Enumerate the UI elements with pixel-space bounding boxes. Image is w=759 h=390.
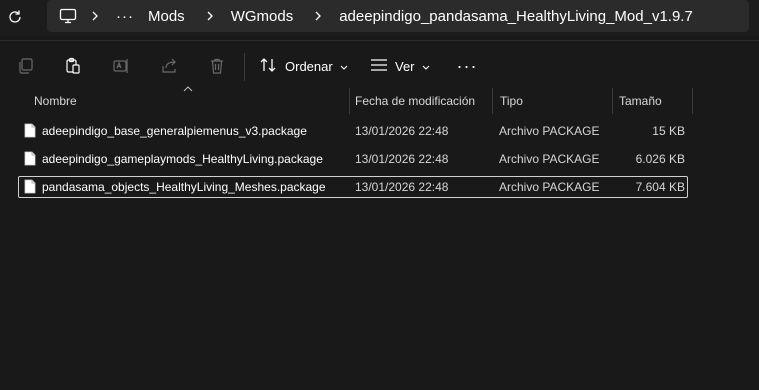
sort-button[interactable]: Ordenar	[260, 55, 348, 77]
column-header-type[interactable]: Tipo	[500, 94, 523, 108]
chevron-right-icon	[309, 7, 327, 25]
view-icon	[370, 58, 388, 75]
file-type: Archivo PACKAGE	[499, 180, 600, 194]
file-row[interactable]: adeepindigo_gameplaymods_HealthyLiving.p…	[18, 148, 688, 170]
column-header-name[interactable]: Nombre	[34, 94, 77, 108]
delete-icon[interactable]	[206, 55, 228, 77]
column-divider[interactable]	[612, 88, 613, 114]
sort-ascending-icon	[183, 86, 193, 92]
chevron-right-icon	[86, 7, 104, 25]
this-pc-icon[interactable]	[58, 6, 78, 26]
file-name: pandasama_objects_HealthyLiving_Meshes.p…	[42, 180, 326, 194]
command-bar: Ordenar Ver ···	[0, 40, 759, 91]
rename-icon[interactable]	[110, 55, 132, 77]
copy-icon[interactable]	[15, 55, 37, 77]
refresh-icon[interactable]	[6, 8, 24, 26]
sort-label: Ordenar	[285, 58, 333, 74]
file-modified: 13/01/2026 22:48	[355, 180, 449, 194]
file-row-selected[interactable]: pandasama_objects_HealthyLiving_Meshes.p…	[18, 176, 688, 198]
file-modified: 13/01/2026 22:48	[355, 124, 449, 138]
file-name: adeepindigo_base_generalpiemenus_v3.pack…	[42, 124, 307, 138]
view-button[interactable]: Ver	[370, 55, 430, 77]
address-bar-row: ··· Mods WGmods adeepindigo_pandasama_He…	[0, 0, 759, 36]
sort-icon	[260, 57, 278, 76]
column-header-row: Nombre Fecha de modificación Tipo Tamaño	[0, 86, 759, 114]
view-label: Ver	[395, 58, 415, 74]
chevron-down-icon	[340, 59, 348, 74]
breadcrumb-current-folder[interactable]: adeepindigo_pandasama_HealthyLiving_Mod_…	[335, 8, 697, 25]
chevron-down-icon	[422, 59, 430, 74]
paste-icon[interactable]	[62, 55, 84, 77]
breadcrumb-wgmods[interactable]: WGmods	[227, 8, 298, 25]
file-icon	[24, 179, 36, 194]
file-size: 6.026 KB	[635, 152, 685, 166]
file-type: Archivo PACKAGE	[499, 152, 600, 166]
file-name: adeepindigo_gameplaymods_HealthyLiving.p…	[42, 152, 323, 166]
column-header-modified[interactable]: Fecha de modificación	[355, 94, 475, 108]
share-icon[interactable]	[158, 55, 180, 77]
address-bar[interactable]: ··· Mods WGmods adeepindigo_pandasama_He…	[47, 0, 749, 32]
column-header-size[interactable]: Tamaño	[619, 94, 662, 108]
column-divider[interactable]	[692, 88, 693, 114]
chevron-right-icon	[201, 7, 219, 25]
column-divider[interactable]	[349, 88, 350, 114]
file-type: Archivo PACKAGE	[499, 124, 600, 138]
breadcrumb-overflow-button[interactable]: ···	[110, 8, 140, 25]
file-icon	[24, 123, 36, 138]
file-icon	[24, 151, 36, 166]
file-row[interactable]: adeepindigo_base_generalpiemenus_v3.pack…	[18, 120, 688, 142]
more-options-button[interactable]: ···	[456, 55, 478, 77]
column-divider[interactable]	[492, 88, 493, 114]
file-modified: 13/01/2026 22:48	[355, 152, 449, 166]
file-size: 7.604 KB	[635, 180, 685, 194]
file-size: 15 KB	[652, 124, 685, 138]
breadcrumb-mods[interactable]: Mods	[144, 8, 189, 25]
toolbar-divider	[244, 53, 245, 81]
